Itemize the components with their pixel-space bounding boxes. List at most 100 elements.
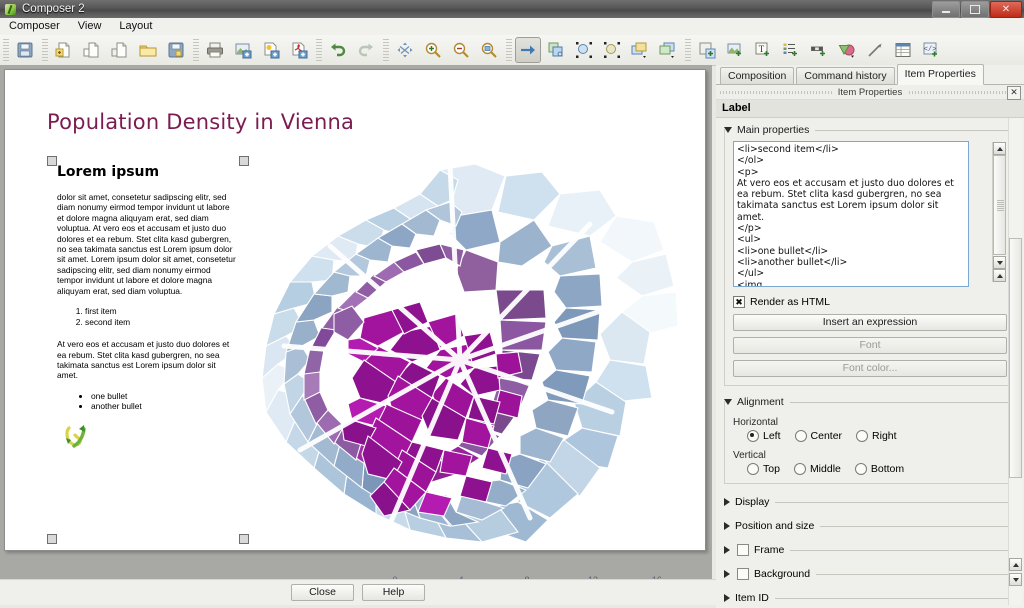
radio-vertical-top[interactable]: Top	[747, 463, 780, 475]
add-arrow-icon[interactable]	[862, 37, 888, 63]
export-image-icon[interactable]	[230, 37, 256, 63]
close-icon[interactable]: ✕	[1007, 86, 1021, 100]
chevron-right-icon[interactable]	[724, 594, 730, 602]
main-toolbar: T </>	[0, 35, 1024, 66]
scroll-down-icon[interactable]	[993, 256, 1006, 269]
select-move-item-icon[interactable]	[515, 37, 541, 63]
section-background[interactable]: Background	[724, 568, 1016, 580]
textarea-scrollbar[interactable]	[992, 142, 1006, 282]
zoom-full-icon[interactable]	[476, 37, 502, 63]
minimize-button[interactable]	[932, 1, 960, 18]
section-item-id[interactable]: Item ID	[724, 592, 1016, 604]
move-item-content-icon[interactable]	[543, 37, 569, 63]
scrollbar-thumb[interactable]	[1009, 238, 1022, 478]
chevron-down-icon[interactable]	[724, 127, 732, 133]
radio-vertical-bottom[interactable]: Bottom	[855, 463, 904, 475]
pan-icon[interactable]	[392, 37, 418, 63]
composition-page[interactable]: Population Density in Vienna	[4, 69, 706, 551]
scroll-down-icon[interactable]	[1009, 573, 1022, 586]
scroll-up-alt-icon[interactable]	[993, 269, 1006, 282]
close-button[interactable]: Close	[291, 584, 354, 601]
redo-icon[interactable]	[353, 37, 379, 63]
add-legend-icon[interactable]	[778, 37, 804, 63]
load-template-icon[interactable]	[135, 37, 161, 63]
section-position-and-size[interactable]: Position and size	[724, 520, 1016, 532]
composer-canvas[interactable]: Population Density in Vienna	[0, 65, 712, 579]
qgis-logo-image	[61, 422, 91, 452]
label-item[interactable]: Lorem ipsum dolor sit amet, consetetur s…	[51, 160, 245, 540]
main-properties-group: Main properties ✖	[724, 124, 1016, 386]
chevron-right-icon[interactable]	[724, 546, 730, 554]
radio-indicator[interactable]	[747, 430, 759, 442]
render-as-html-row[interactable]: ✖ Render as HTML	[733, 296, 1007, 308]
scroll-up-icon[interactable]	[993, 142, 1006, 155]
resize-handle-top-left[interactable]	[47, 156, 57, 166]
ungroup-items-icon[interactable]	[599, 37, 625, 63]
resize-handle-bottom-left[interactable]	[47, 534, 57, 544]
resize-handle-bottom-right[interactable]	[239, 534, 249, 544]
export-pdf-icon[interactable]	[286, 37, 312, 63]
scroll-up-icon[interactable]	[1009, 558, 1022, 571]
help-button[interactable]: Help	[362, 584, 425, 601]
section-display[interactable]: Display	[724, 496, 1016, 508]
toolbar-grip[interactable]	[3, 39, 9, 61]
vienna-population-density-map[interactable]	[260, 150, 680, 550]
lower-items-icon[interactable]	[655, 37, 681, 63]
group-items-icon[interactable]	[571, 37, 597, 63]
add-label-icon[interactable]: T	[750, 37, 776, 63]
save-template-icon[interactable]	[163, 37, 189, 63]
duplicate-composer-icon[interactable]	[79, 37, 105, 63]
font-color-button[interactable]: Font color...	[733, 360, 1007, 377]
section-frame[interactable]: Frame	[724, 544, 1016, 556]
undo-icon[interactable]	[325, 37, 351, 63]
maximize-button[interactable]	[961, 1, 989, 18]
dock-scrollbar[interactable]	[1008, 118, 1022, 605]
section-label: Display	[735, 496, 769, 508]
radio-horizontal-center[interactable]: Center	[795, 430, 843, 442]
radio-indicator[interactable]	[795, 430, 807, 442]
radio-indicator[interactable]	[747, 463, 759, 475]
add-map-icon[interactable]	[694, 37, 720, 63]
add-shape-icon[interactable]	[834, 37, 860, 63]
chevron-right-icon[interactable]	[724, 498, 730, 506]
add-html-frame-icon[interactable]: </>	[918, 37, 944, 63]
raise-items-icon[interactable]	[627, 37, 653, 63]
radio-indicator[interactable]	[856, 430, 868, 442]
close-window-button[interactable]: ✕	[990, 1, 1022, 18]
radio-horizontal-left[interactable]: Left	[747, 430, 781, 442]
add-image-icon[interactable]	[722, 37, 748, 63]
print-icon[interactable]	[202, 37, 228, 63]
background-checkbox[interactable]	[737, 568, 749, 580]
page-title[interactable]: Population Density in Vienna	[47, 110, 354, 134]
zoom-out-icon[interactable]	[448, 37, 474, 63]
insert-expression-button[interactable]: Insert an expression	[733, 314, 1007, 331]
add-scalebar-icon[interactable]	[806, 37, 832, 63]
radio-horizontal-right[interactable]: Right	[856, 430, 897, 442]
radio-indicator[interactable]	[794, 463, 806, 475]
menu-composer[interactable]: Composer	[0, 18, 69, 35]
resize-handle-top-right[interactable]	[239, 156, 249, 166]
font-button[interactable]: Font	[733, 337, 1007, 354]
chevron-down-icon[interactable]	[724, 399, 732, 405]
render-as-html-checkbox[interactable]: ✖	[733, 296, 745, 308]
remove-composer-icon[interactable]	[107, 37, 133, 63]
new-composer-icon[interactable]	[51, 37, 77, 63]
label-html-textarea[interactable]	[733, 141, 969, 287]
chevron-right-icon[interactable]	[724, 522, 730, 530]
chevron-right-icon[interactable]	[724, 570, 730, 578]
frame-checkbox[interactable]	[737, 544, 749, 556]
menu-layout[interactable]: Layout	[110, 18, 161, 35]
tab-command-history[interactable]: Command history	[796, 67, 894, 84]
save-project-icon[interactable]	[12, 37, 38, 63]
radio-label: Middle	[810, 463, 841, 475]
export-svg-icon[interactable]	[258, 37, 284, 63]
menu-view[interactable]: View	[69, 18, 111, 35]
radio-vertical-middle[interactable]: Middle	[794, 463, 841, 475]
scrollbar-thumb[interactable]	[993, 155, 1006, 255]
add-attribute-table-icon[interactable]	[890, 37, 916, 63]
dock-title-bar: Item Properties ✕	[716, 85, 1024, 100]
tab-composition[interactable]: Composition	[720, 67, 794, 84]
tab-item-properties[interactable]: Item Properties	[897, 64, 984, 85]
zoom-in-icon[interactable]	[420, 37, 446, 63]
radio-indicator[interactable]	[855, 463, 867, 475]
